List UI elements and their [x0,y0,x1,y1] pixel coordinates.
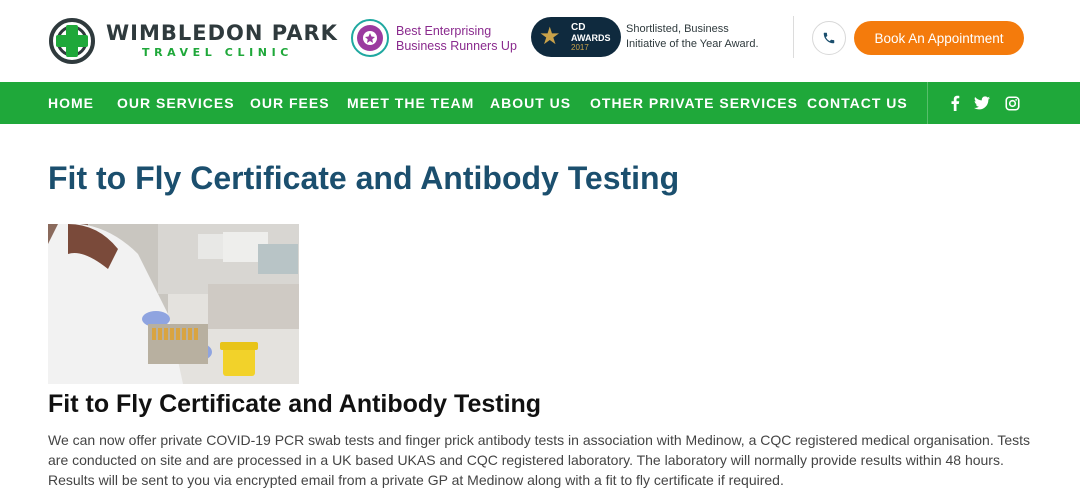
facebook-icon[interactable] [945,93,965,113]
cd-badge-title: CD [571,22,586,33]
award2-line2: Initiative of the Year Award. [626,38,759,50]
award-rosette-icon [351,19,389,57]
phone-icon [823,32,835,44]
logo-subtitle: TRAVEL CLINIC [142,46,293,59]
site-header: WIMBLEDON PARK TRAVEL CLINIC Best Enterp… [0,0,1080,82]
clinic-logo[interactable]: WIMBLEDON PARK TRAVEL CLINIC [48,17,337,65]
award2-text: Shortlisted, Business Initiative of the … [626,22,759,52]
nav-divider [927,82,928,124]
page-title: Fit to Fly Certificate and Antibody Test… [48,160,680,196]
nav-item-other-private-services[interactable]: OTHER PRIVATE SERVICES [590,82,798,124]
section-heading: Fit to Fly Certificate and Antibody Test… [48,390,542,418]
book-appointment-button[interactable]: Book An Appointment [854,21,1024,55]
cd-awards-badge: ★ CD AWARDS 2017 [531,17,621,57]
award1-text: Best Enterprising Business Runners Up [396,24,517,54]
nav-item-our-services[interactable]: OUR SERVICES [117,82,235,124]
logo-title: WIMBLEDON PARK [106,21,338,45]
nav-item-about-us[interactable]: ABOUT US [490,82,571,124]
award1-line1: Best Enterprising [396,24,492,38]
lab-testing-image [48,224,299,384]
cd-badge-subtitle: AWARDS [571,33,611,43]
phone-button[interactable] [812,21,846,55]
award-best-enterprising: Best Enterprising Business Runners Up [350,18,520,60]
award1-line2: Business Runners Up [396,39,517,53]
award2-line1: Shortlisted, Business [626,23,729,35]
nav-item-contact-us[interactable]: CONTACT US [807,82,908,124]
cd-badge-year: 2017 [571,43,589,52]
nav-item-our-fees[interactable]: OUR FEES [250,82,330,124]
instagram-icon[interactable] [1002,93,1022,113]
star-icon: ★ [539,23,561,50]
nav-item-home[interactable]: HOME [48,82,94,124]
header-divider [793,16,794,58]
nav-item-meet-the-team[interactable]: MEET THE TEAM [347,82,474,124]
award-cd-awards: ★ CD AWARDS 2017 Shortlisted, Business I… [531,17,781,59]
intro-paragraph: We can now offer private COVID-19 PCR sw… [48,432,1031,488]
main-nav: HOME OUR SERVICES OUR FEES MEET THE TEAM… [0,82,1080,124]
twitter-icon[interactable] [972,93,992,113]
logo-cross-icon [49,18,95,64]
